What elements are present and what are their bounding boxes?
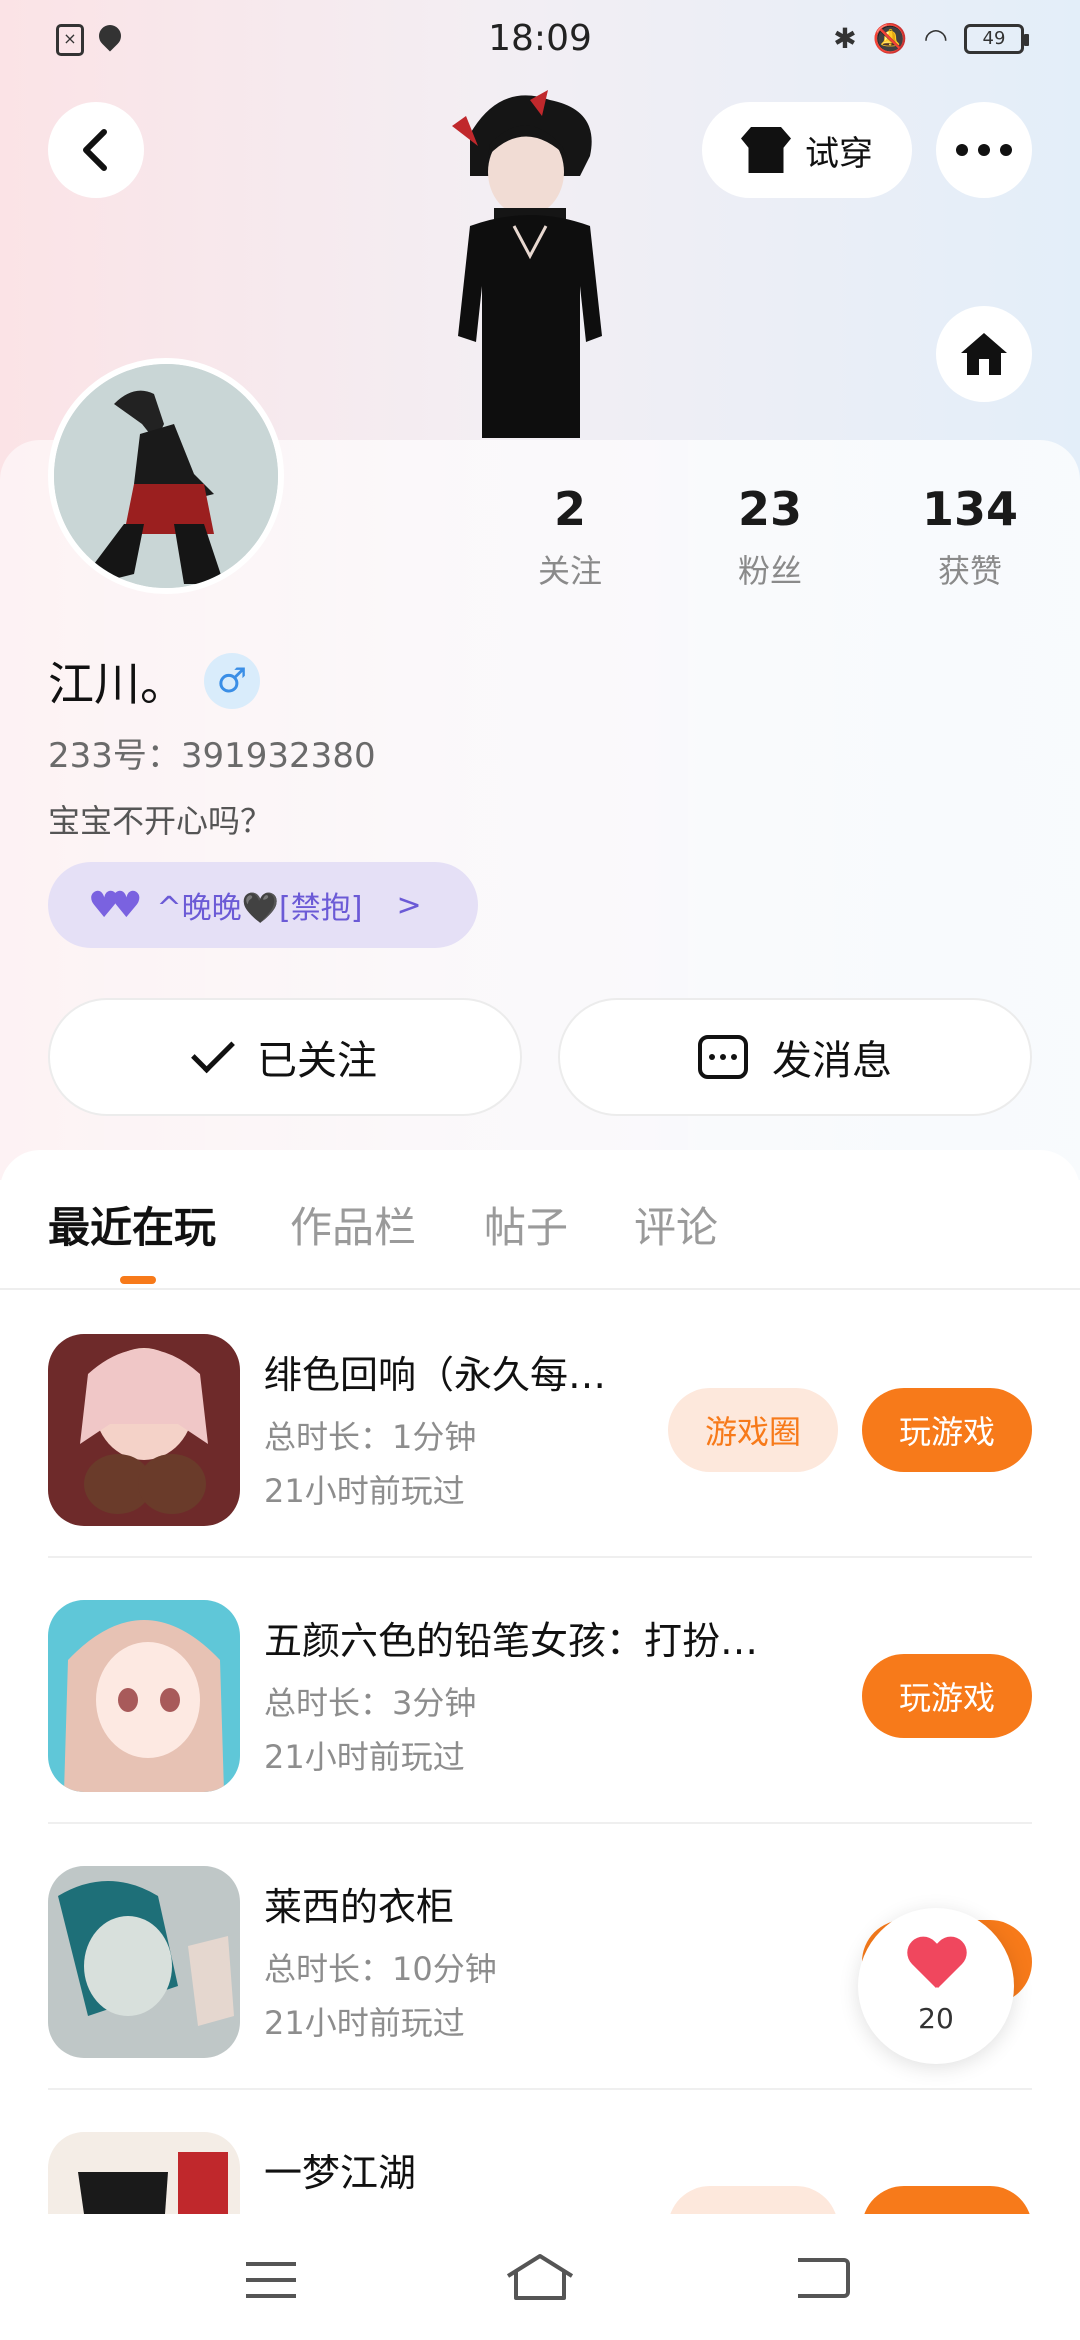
message-label: 发消息 xyxy=(772,1038,892,1084)
mute-icon: 🔕 xyxy=(872,22,908,55)
tab-bar: 最近在玩 作品栏 帖子 评论 xyxy=(0,1150,1080,1290)
game-last-played: 21小时前玩过 xyxy=(264,2004,465,2042)
game-title: 一梦江湖 xyxy=(264,2151,417,2195)
game-title: 五颜六色的铅笔女孩：打扮… xyxy=(264,1619,759,1663)
more-dots-icon xyxy=(956,144,1012,156)
stat-value: 2 xyxy=(553,482,586,536)
bio: 宝宝不开心吗？ xyxy=(48,802,273,840)
game-last-played: 21小时前玩过 xyxy=(264,1738,465,1776)
bluetooth-icon: ✱ xyxy=(833,22,857,55)
game-list-item[interactable]: 五颜六色的铅笔女孩：打扮… 总时长：3分钟 21小时前玩过 玩游戏 xyxy=(48,1558,1032,1824)
chevron-left-icon xyxy=(83,129,107,171)
stat-value: 23 xyxy=(737,482,802,536)
floating-like-button[interactable]: 20 xyxy=(858,1908,1014,2064)
followed-button[interactable]: 已关注 xyxy=(48,998,522,1116)
game-duration: 总时长：3分钟 xyxy=(264,1684,477,1722)
active-tab-indicator xyxy=(120,1276,156,1284)
game-duration: 总时长：1分钟 xyxy=(264,1418,477,1456)
game-last-played: 21小时前玩过 xyxy=(264,1472,465,1510)
like-count: 20 xyxy=(918,2001,954,2035)
back-button[interactable] xyxy=(48,102,144,198)
chevron-right-icon: > xyxy=(396,887,422,923)
heart-icon xyxy=(906,1938,966,1994)
tab-comments[interactable]: 评论 xyxy=(634,1194,718,1255)
menu-icon[interactable] xyxy=(246,2262,296,2298)
game-circle-button[interactable] xyxy=(668,2186,838,2214)
game-art xyxy=(48,1334,240,1526)
stat-label: 粉丝 xyxy=(737,552,802,590)
play-game-button[interactable]: 玩游戏 xyxy=(862,1654,1032,1738)
male-gender-icon: ♂ xyxy=(204,653,260,709)
play-game-button[interactable] xyxy=(862,2186,1032,2214)
relationship-label: ^晚晚🖤[禁抱] xyxy=(156,891,363,926)
send-message-button[interactable]: 发消息 xyxy=(558,998,1032,1116)
profile-stats: 2 关注 23 粉丝 134 获赞 xyxy=(470,482,1070,592)
game-title: 绯色回响（永久每… xyxy=(264,1353,607,1397)
game-art xyxy=(48,2132,240,2214)
game-icon[interactable] xyxy=(48,1600,240,1792)
double-heart-icon: ♥♥ xyxy=(88,884,142,926)
battery-level: 49 xyxy=(982,27,1006,49)
game-art xyxy=(48,1866,240,2058)
game-circle-button[interactable]: 游戏圈 xyxy=(668,1388,838,1472)
followed-label: 已关注 xyxy=(257,1038,377,1084)
battery-icon: 49 xyxy=(964,23,1029,54)
game-icon[interactable] xyxy=(48,1866,240,2058)
game-list-item[interactable]: 绯色回响（永久每… 总时长：1分钟 21小时前玩过 游戏圈 玩游戏 xyxy=(48,1292,1032,1558)
stat-likes[interactable]: 134 获赞 xyxy=(870,482,1070,592)
stat-following[interactable]: 2 关注 xyxy=(470,482,670,592)
status-bar: × 18:09 ✱ 🔕 ◠ 49 xyxy=(0,0,1080,84)
home-nav-icon[interactable] xyxy=(504,2252,576,2302)
stat-label: 关注 xyxy=(537,552,602,590)
game-icon[interactable] xyxy=(48,2132,240,2214)
game-duration: 总时长：10分钟 xyxy=(264,1950,497,1988)
check-icon xyxy=(191,1029,235,1074)
tab-posts[interactable]: 帖子 xyxy=(484,1194,568,1255)
game-title: 莱西的衣柜 xyxy=(264,1885,455,1929)
avatar-figure[interactable] xyxy=(430,86,630,438)
nickname-row: 江川。 ♂ xyxy=(48,648,260,714)
system-nav-bar xyxy=(0,2214,1080,2340)
tab-works[interactable]: 作品栏 xyxy=(290,1194,416,1255)
play-game-button[interactable]: 玩游戏 xyxy=(862,1388,1032,1472)
wifi-icon: ◠ xyxy=(923,22,948,55)
avatar[interactable] xyxy=(48,358,284,594)
avatar-photo xyxy=(54,364,278,588)
shirt-icon xyxy=(741,127,791,173)
game-icon[interactable] xyxy=(48,1334,240,1526)
game-list-item[interactable]: 一梦江湖 xyxy=(48,2090,1032,2214)
relationship-chip[interactable]: ♥♥ ^晚晚🖤[禁抱] > xyxy=(48,862,478,948)
status-right: ✱ 🔕 ◠ 49 xyxy=(833,22,1029,55)
nickname: 江川。 xyxy=(48,657,186,711)
game-art xyxy=(48,1600,240,1792)
try-on-button[interactable]: 试穿 xyxy=(702,102,912,198)
stat-followers[interactable]: 23 粉丝 xyxy=(670,482,870,592)
back-nav-icon[interactable] xyxy=(798,2258,850,2298)
try-on-label: 试穿 xyxy=(805,133,873,174)
stat-label: 获赞 xyxy=(937,552,1002,590)
tab-recently-played[interactable]: 最近在玩 xyxy=(48,1194,216,1255)
more-options-button[interactable] xyxy=(936,102,1032,198)
home-button[interactable] xyxy=(936,306,1032,402)
house-icon xyxy=(961,333,1007,375)
stat-value: 134 xyxy=(921,482,1019,536)
chat-bubble-icon xyxy=(698,1035,748,1079)
user-id[interactable]: 233号：391932380 xyxy=(48,728,376,777)
